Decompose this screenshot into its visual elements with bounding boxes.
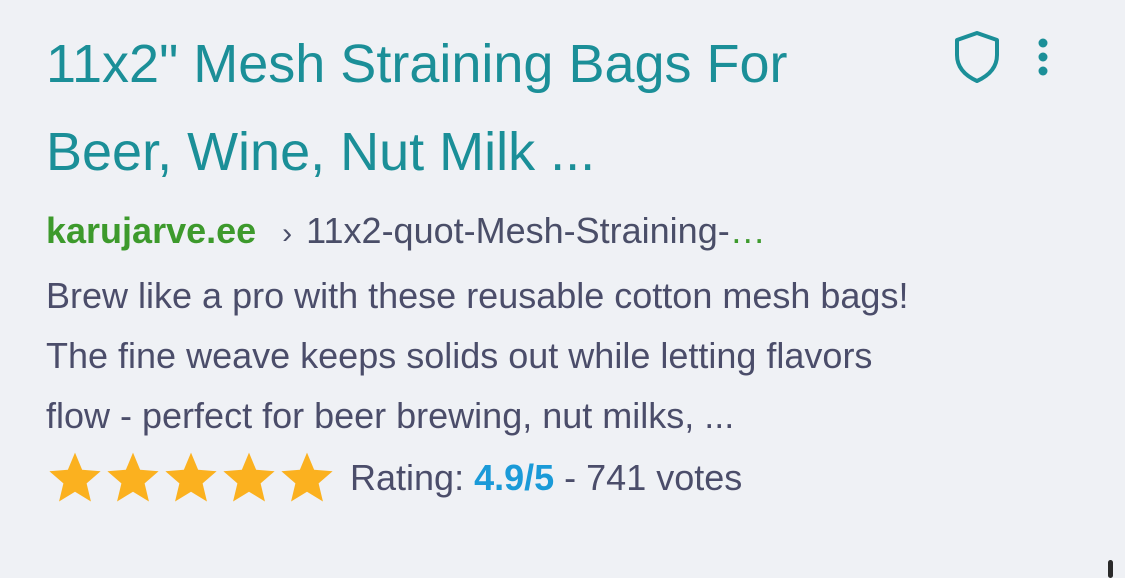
rating-text: Rating: 4.9/5 - 741 votes [350, 457, 742, 499]
more-options-button[interactable] [1028, 28, 1058, 86]
rating-label: Rating: [350, 457, 475, 498]
result-path-ellipsis: … [729, 210, 766, 251]
result-path-text: 11x2-quot-Mesh-Straining- [306, 210, 730, 251]
privacy-shield-button[interactable] [950, 28, 1004, 86]
star-rating [46, 449, 336, 507]
star-icon [223, 452, 275, 502]
result-domain[interactable]: karujarve.ee [46, 210, 256, 252]
scrollbar[interactable] [1108, 560, 1113, 578]
snippet-line-3: flow - perfect for beer brewing, nut mil… [46, 395, 735, 436]
result-source: karujarve.ee › 11x2-quot-Mesh-Straining-… [46, 210, 1125, 256]
snippet-line-1: Brew like a pro with these reusable cott… [46, 275, 909, 316]
star-icon [107, 452, 159, 502]
star-icon [281, 452, 333, 502]
more-vertical-icon [1038, 38, 1048, 76]
rating-votes: 741 votes [586, 457, 743, 498]
rating-value: 4.9/5 [474, 457, 555, 498]
shield-icon [955, 31, 999, 83]
result-actions [950, 28, 1058, 86]
star-icon [49, 452, 101, 502]
search-result: 11x2" Mesh Straining Bags For Beer, Wine… [0, 0, 1125, 578]
result-snippet: Brew like a pro with these reusable cott… [46, 266, 1086, 446]
star-icon [165, 452, 217, 502]
result-title-line-2: Beer, Wine, Nut Milk ... [46, 122, 596, 182]
rating-separator: - [554, 457, 587, 498]
breadcrumb-separator: › [282, 217, 293, 250]
result-title-link[interactable]: 11x2" Mesh Straining Bags For Beer, Wine… [46, 20, 926, 196]
result-title-line-1: 11x2" Mesh Straining Bags For [46, 34, 788, 94]
snippet-line-2: The fine weave keeps solids out while le… [46, 335, 873, 376]
rating-row: Rating: 4.9/5 - 741 votes [46, 446, 1125, 510]
result-path[interactable]: 11x2-quot-Mesh-Straining-… [306, 210, 766, 252]
